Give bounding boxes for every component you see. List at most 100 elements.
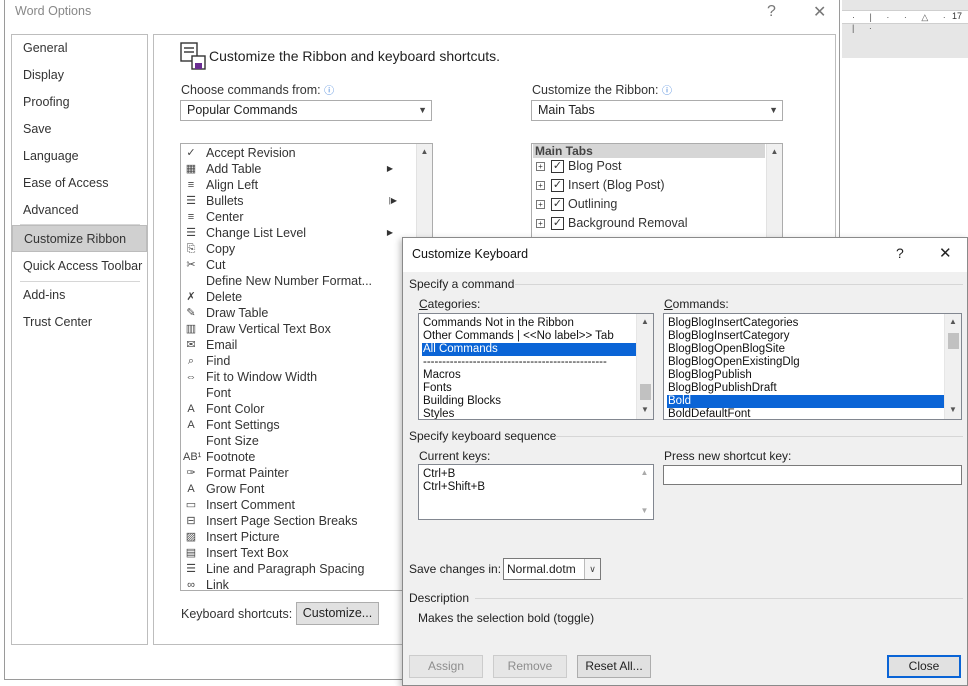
category-item[interactable]: Commands Not in the Ribbon — [422, 317, 638, 330]
scroll-up-icon[interactable]: ▲ — [637, 314, 653, 330]
command-item[interactable]: ✎ Draw Table — [183, 305, 415, 321]
scroll-up-icon[interactable]: ▲ — [417, 144, 432, 160]
ribbon-tab-item[interactable]: + ✓ Outlining — [536, 195, 617, 214]
keyboard-commands-list[interactable]: BlogBlogInsertCategories BlogBlogInsertCa… — [663, 313, 962, 420]
ribbon-tree[interactable]: Main Tabs + ✓ Blog Post + ✓ Insert (Blog Post… — [531, 143, 783, 243]
commands-scrollbar[interactable]: ▲ ▼ — [944, 314, 961, 419]
command-item[interactable]: Font — [183, 385, 415, 401]
command-item[interactable]: ⎘ Copy — [183, 241, 415, 257]
nav-item-ease-of-access[interactable]: Ease of Access — [12, 170, 147, 197]
command-item[interactable]: ▭ Insert Comment — [183, 497, 415, 513]
nav-item-advanced[interactable]: Advanced — [12, 197, 147, 224]
command-item[interactable]: Define New Number Format... — [183, 273, 415, 289]
remove-button[interactable]: Remove — [493, 655, 567, 678]
category-item[interactable]: Building Blocks — [422, 395, 638, 408]
categories-list[interactable]: Commands Not in the Ribbon Other Commands… — [418, 313, 654, 420]
command-item[interactable]: ≡ Align Left — [183, 177, 415, 193]
keyboard-command-item[interactable]: BlogBlogPublishDraft — [667, 382, 946, 395]
command-item[interactable]: A Font Settings — [183, 417, 415, 433]
command-item[interactable]: ▦ Add Table ▶ — [183, 161, 415, 177]
expand-icon[interactable]: + — [536, 181, 545, 191]
command-item[interactable]: A Font Color — [183, 401, 415, 417]
keyboard-command-item[interactable]: BlogBlogOpenBlogSite — [667, 343, 946, 356]
ribbon-tab-item[interactable]: + ✓ Blog Post — [536, 157, 622, 176]
command-item[interactable]: AB¹ Footnote — [183, 449, 415, 465]
tab-checkbox[interactable]: ✓ — [551, 217, 564, 231]
command-item[interactable]: ≡ Center — [183, 209, 415, 225]
nav-item-add-ins[interactable]: Add-ins — [12, 282, 147, 309]
command-item[interactable]: ∞ Link — [183, 577, 415, 590]
category-item[interactable]: Macros — [422, 369, 638, 382]
nav-item-language[interactable]: Language — [12, 143, 147, 170]
command-item[interactable]: ✂ Cut — [183, 257, 415, 273]
category-item[interactable]: Fonts — [422, 382, 638, 395]
command-item[interactable]: ⊟ Insert Page Section Breaks — [183, 513, 415, 529]
category-item[interactable]: ----------------------------------------… — [422, 356, 638, 369]
ribbon-tab-item[interactable]: + ✓ Insert (Blog Post) — [536, 176, 665, 195]
close-button[interactable]: ✕ — [813, 2, 826, 22]
command-item[interactable]: ▨ Insert Picture — [183, 529, 415, 545]
expand-icon[interactable]: + — [536, 219, 545, 229]
nav-item-customize-ribbon[interactable]: Customize Ribbon — [12, 225, 147, 252]
command-item[interactable]: ☰ Change List Level ▶ — [183, 225, 415, 241]
tab-checkbox[interactable]: ✓ — [551, 198, 564, 212]
command-item[interactable]: A Grow Font — [183, 481, 415, 497]
scroll-up-icon[interactable]: ▲ — [767, 144, 782, 160]
command-item[interactable]: Font Size — [183, 433, 415, 449]
help-button[interactable]: ? — [767, 3, 776, 21]
scroll-up-icon[interactable]: ▲ — [945, 314, 961, 330]
command-item[interactable]: ☰ Bullets |▶ — [183, 193, 415, 209]
category-item[interactable]: Other Commands | <<No label>> Tab — [422, 330, 638, 343]
current-key-item[interactable]: Ctrl+B — [422, 468, 635, 481]
new-shortcut-input[interactable] — [663, 465, 962, 485]
expand-icon[interactable]: + — [536, 200, 545, 210]
save-changes-dropdown[interactable]: Normal.dotm ∨ — [503, 558, 601, 580]
keyboard-command-item[interactable]: Bold — [667, 395, 946, 408]
command-item[interactable]: ✓ Accept Revision — [183, 145, 415, 161]
customize-keyboard-button[interactable]: Customize... — [296, 602, 379, 625]
choose-commands-dropdown[interactable]: Popular Commands ▼ — [180, 100, 432, 121]
keyboard-command-item[interactable]: BlogBlogOpenExistingDlg — [667, 356, 946, 369]
close-button[interactable]: Close — [887, 655, 961, 678]
scroll-down-icon[interactable]: ▼ — [636, 503, 653, 519]
category-item[interactable]: All Commands — [422, 343, 638, 356]
command-item[interactable]: ✑ Format Painter — [183, 465, 415, 481]
keyboard-command-item[interactable]: BlogBlogPublish — [667, 369, 946, 382]
scroll-down-icon[interactable]: ▼ — [945, 402, 961, 418]
nav-item-save[interactable]: Save — [12, 116, 147, 143]
command-item[interactable]: ☰ Line and Paragraph Spacing — [183, 561, 415, 577]
current-keys-scrollbar[interactable]: ▲ ▼ — [636, 465, 653, 519]
command-item[interactable]: ✉ Email — [183, 337, 415, 353]
command-item[interactable]: ▤ Insert Text Box — [183, 545, 415, 561]
reset-all-button[interactable]: Reset All... — [577, 655, 651, 678]
category-item[interactable]: Styles — [422, 408, 638, 419]
nav-item-quick-access-toolbar[interactable]: Quick Access Toolbar — [12, 253, 147, 280]
scroll-up-icon[interactable]: ▲ — [636, 465, 653, 481]
expand-icon[interactable]: + — [536, 162, 545, 172]
scroll-thumb[interactable] — [948, 333, 959, 349]
ribbon-tab-item[interactable]: + ✓ Background Removal — [536, 214, 688, 233]
assign-button[interactable]: Assign — [409, 655, 483, 678]
tab-checkbox[interactable]: ✓ — [551, 160, 564, 174]
commands-list[interactable]: ✓ Accept Revision ▦ Add Table ▶ ≡ Align Left ☰ B… — [180, 143, 433, 591]
dialog-help-button[interactable]: ? — [896, 245, 904, 261]
command-item[interactable]: ✗ Delete — [183, 289, 415, 305]
command-item[interactable]: ⇔ Fit to Window Width — [183, 369, 415, 385]
nav-item-display[interactable]: Display — [12, 62, 147, 89]
command-item[interactable]: ▥ Draw Vertical Text Box — [183, 321, 415, 337]
tab-checkbox[interactable]: ✓ — [551, 179, 564, 193]
scroll-thumb[interactable] — [640, 384, 651, 400]
categories-scrollbar[interactable]: ▲ ▼ — [636, 314, 653, 419]
nav-item-general[interactable]: General — [12, 35, 147, 62]
current-keys-list[interactable]: Ctrl+B Ctrl+Shift+B ▲ ▼ — [418, 464, 654, 520]
customize-ribbon-dropdown[interactable]: Main Tabs ▼ — [531, 100, 783, 121]
keyboard-command-item[interactable]: BlogBlogInsertCategory — [667, 330, 946, 343]
command-item[interactable]: ⌕ Find — [183, 353, 415, 369]
current-key-item[interactable]: Ctrl+Shift+B — [422, 481, 635, 494]
keyboard-command-item[interactable]: BlogBlogInsertCategories — [667, 317, 946, 330]
keyboard-command-item[interactable]: BoldDefaultFont — [667, 408, 946, 419]
dialog-close-icon[interactable]: ✕ — [939, 244, 952, 262]
ribbon-tree-scrollbar[interactable]: ▲ — [766, 144, 782, 242]
nav-item-proofing[interactable]: Proofing — [12, 89, 147, 116]
scroll-down-icon[interactable]: ▼ — [637, 402, 653, 418]
